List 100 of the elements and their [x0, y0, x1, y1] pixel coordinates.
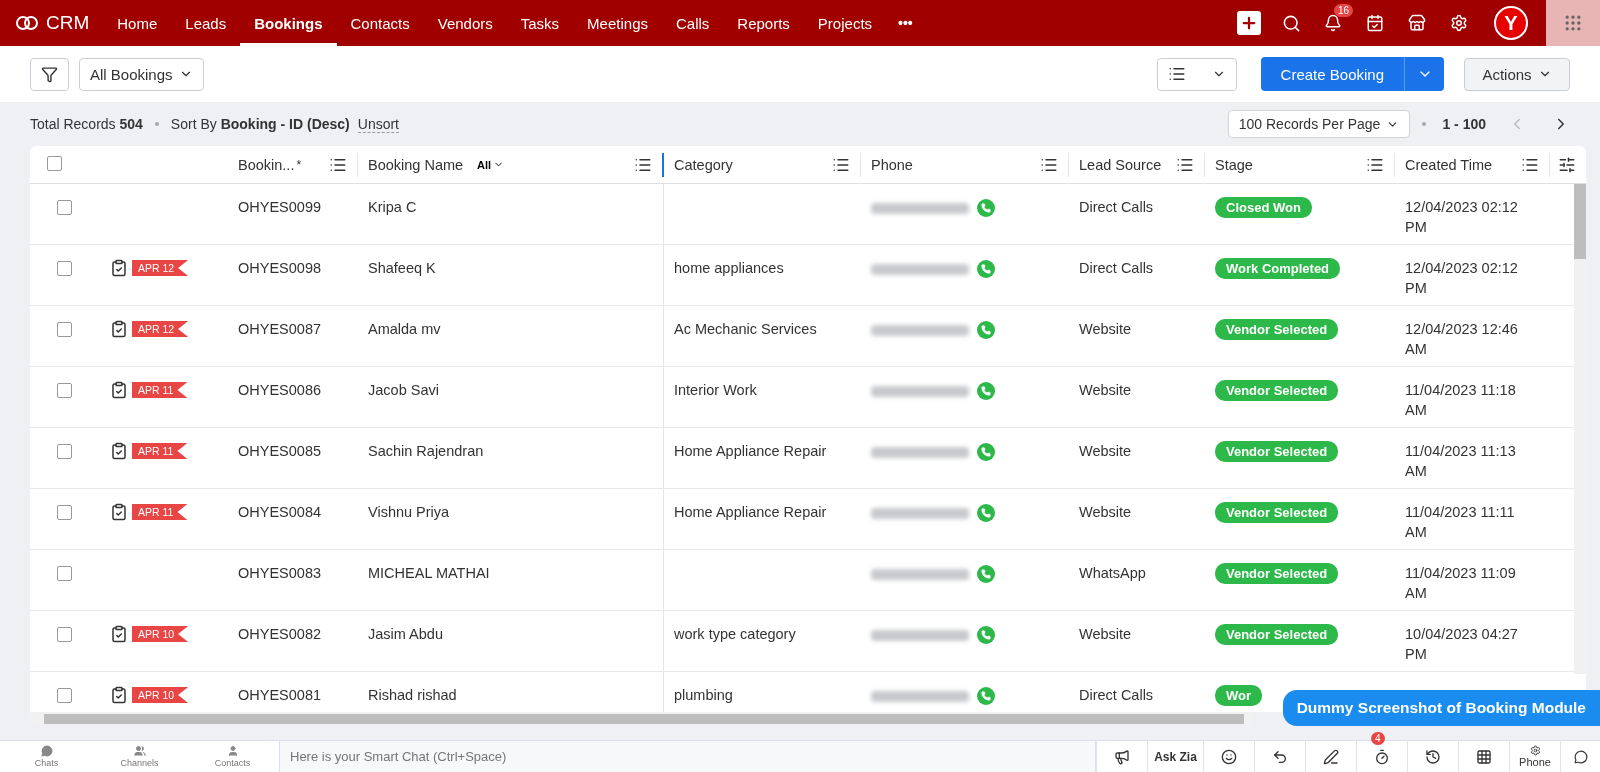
column-header[interactable]: Lead Source [1079, 156, 1162, 173]
nav-tab[interactable]: Meetings [573, 0, 662, 46]
row-checkbox[interactable] [57, 566, 72, 581]
call-button[interactable] [977, 199, 995, 218]
nav-tab[interactable]: Home [103, 0, 172, 46]
smile-icon[interactable] [1221, 748, 1237, 765]
task-icon[interactable] [110, 625, 128, 643]
category: Ac Mechanic Services [674, 321, 817, 337]
booking-name[interactable]: Amalda mv [368, 321, 441, 337]
created-time: 12/04/2023 02:12 PM [1405, 259, 1519, 298]
task-icon[interactable] [110, 503, 128, 521]
call-button[interactable] [977, 321, 995, 340]
call-button[interactable] [977, 382, 995, 401]
row-checkbox[interactable] [57, 200, 72, 215]
shortcut-link[interactable]: Contacts [186, 745, 279, 768]
records-per-page-dropdown[interactable]: 100 Records Per Page [1227, 110, 1411, 138]
task-icon[interactable] [110, 442, 128, 460]
settings-icon[interactable] [1450, 14, 1468, 32]
column-header[interactable]: Phone [871, 156, 913, 173]
name-filter-dropdown[interactable]: All [477, 158, 505, 171]
nav-tab[interactable]: Reports [723, 0, 804, 46]
nav-tab[interactable]: Vendors [423, 0, 507, 46]
alarm-icon[interactable] [1374, 748, 1390, 765]
shortcut-link[interactable]: Channels [93, 745, 186, 768]
booking-name[interactable]: Sachin Rajendran [368, 443, 484, 459]
stage-badge: Work Completed [1215, 258, 1341, 279]
grid-icon [1563, 13, 1583, 33]
bell-icon[interactable] [1324, 14, 1342, 32]
stage-badge: Vendor Selected [1215, 502, 1339, 523]
nav-tab[interactable]: Projects [803, 0, 887, 46]
nav-tab[interactable]: Tasks [506, 0, 574, 46]
row-checkbox[interactable] [57, 322, 72, 337]
nav-tab[interactable]: Contacts [336, 0, 424, 46]
more-button[interactable]: ••• [886, 15, 925, 31]
due-date-tag: APR 11 [132, 382, 188, 398]
lead-source: Direct Calls [1079, 199, 1154, 215]
view-dropdown[interactable]: All Bookings [79, 57, 204, 91]
booking-id: OHYES0099 [238, 199, 322, 215]
nav-tab[interactable]: Calls [662, 0, 724, 46]
due-date-tag: APR 10 [132, 687, 189, 703]
row-checkbox[interactable] [57, 688, 72, 703]
booking-name[interactable]: Kripa C [368, 199, 417, 215]
lead-source: Website [1079, 382, 1132, 398]
dialpad-icon[interactable] [1476, 748, 1492, 765]
due-date-tag: APR 11 [132, 443, 188, 459]
row-checkbox[interactable] [57, 505, 72, 520]
column-header[interactable]: Created Time [1405, 156, 1493, 173]
category: work type category [674, 626, 796, 642]
chat-icon[interactable] [1573, 749, 1588, 764]
layout-dropdown[interactable] [1156, 57, 1237, 91]
lead-source: Website [1079, 626, 1132, 642]
task-icon[interactable] [110, 320, 128, 338]
task-icon[interactable] [110, 259, 128, 277]
booking-name[interactable]: Rishad rishad [368, 687, 457, 703]
smart-chat-field[interactable]: Here is your Smart Chat (Ctrl+Space) [279, 741, 1096, 772]
history-icon[interactable] [1425, 748, 1441, 765]
booking-name[interactable]: Shafeeq K [368, 260, 436, 276]
call-button[interactable] [977, 260, 995, 279]
row-checkbox[interactable] [57, 383, 72, 398]
create-booking-button[interactable]: Create Booking [1260, 57, 1404, 91]
filter-button[interactable] [30, 57, 69, 91]
reminder-badge: 4 [1371, 731, 1385, 745]
row-checkbox[interactable] [57, 444, 72, 459]
column-header[interactable]: Category [674, 156, 733, 173]
actions-button[interactable]: Actions [1464, 57, 1570, 91]
task-icon[interactable] [110, 381, 128, 399]
call-button[interactable] [977, 504, 995, 523]
phone-button[interactable]: Phone [1509, 740, 1560, 772]
avatar[interactable]: Y [1494, 6, 1528, 40]
unsort-link[interactable]: Unsort [357, 115, 399, 133]
calendar-icon[interactable] [1366, 14, 1384, 32]
booking-name[interactable]: Vishnu Priya [368, 504, 450, 520]
created-time: 11/04/2023 11:11 AM [1405, 503, 1516, 542]
column-header[interactable]: Booking Name [368, 156, 464, 173]
shortcut-link[interactable]: Chats [0, 745, 93, 768]
column-header[interactable]: Stage [1215, 156, 1253, 173]
task-icon[interactable] [110, 686, 128, 704]
booking-name[interactable]: MICHEAL MATHAI [368, 565, 490, 581]
booking-id: OHYES0083 [238, 565, 322, 581]
select-all-checkbox[interactable] [47, 155, 62, 171]
row-checkbox[interactable] [57, 627, 72, 642]
call-button[interactable] [977, 687, 995, 706]
column-settings-icon[interactable] [1558, 155, 1576, 174]
call-button[interactable] [977, 443, 995, 462]
call-button[interactable] [977, 565, 995, 584]
vertical-scrollbar[interactable] [1574, 184, 1586, 674]
booking-name[interactable]: Jasim Abdu [368, 626, 443, 642]
call-button[interactable] [977, 626, 995, 645]
phone-icon [981, 569, 991, 580]
nav-tab[interactable]: Leads [171, 0, 241, 46]
due-date-tag: APR 12 [132, 260, 189, 276]
search-icon[interactable] [1281, 13, 1301, 33]
filter-icon [41, 65, 58, 83]
booking-name[interactable]: Jacob Savi [368, 382, 439, 398]
add-button[interactable] [1237, 11, 1261, 35]
undo-icon[interactable] [1272, 748, 1288, 765]
row-checkbox[interactable] [57, 261, 72, 276]
megaphone-icon[interactable] [1114, 748, 1130, 765]
store-icon[interactable] [1408, 14, 1426, 32]
pen-icon[interactable] [1323, 748, 1339, 765]
